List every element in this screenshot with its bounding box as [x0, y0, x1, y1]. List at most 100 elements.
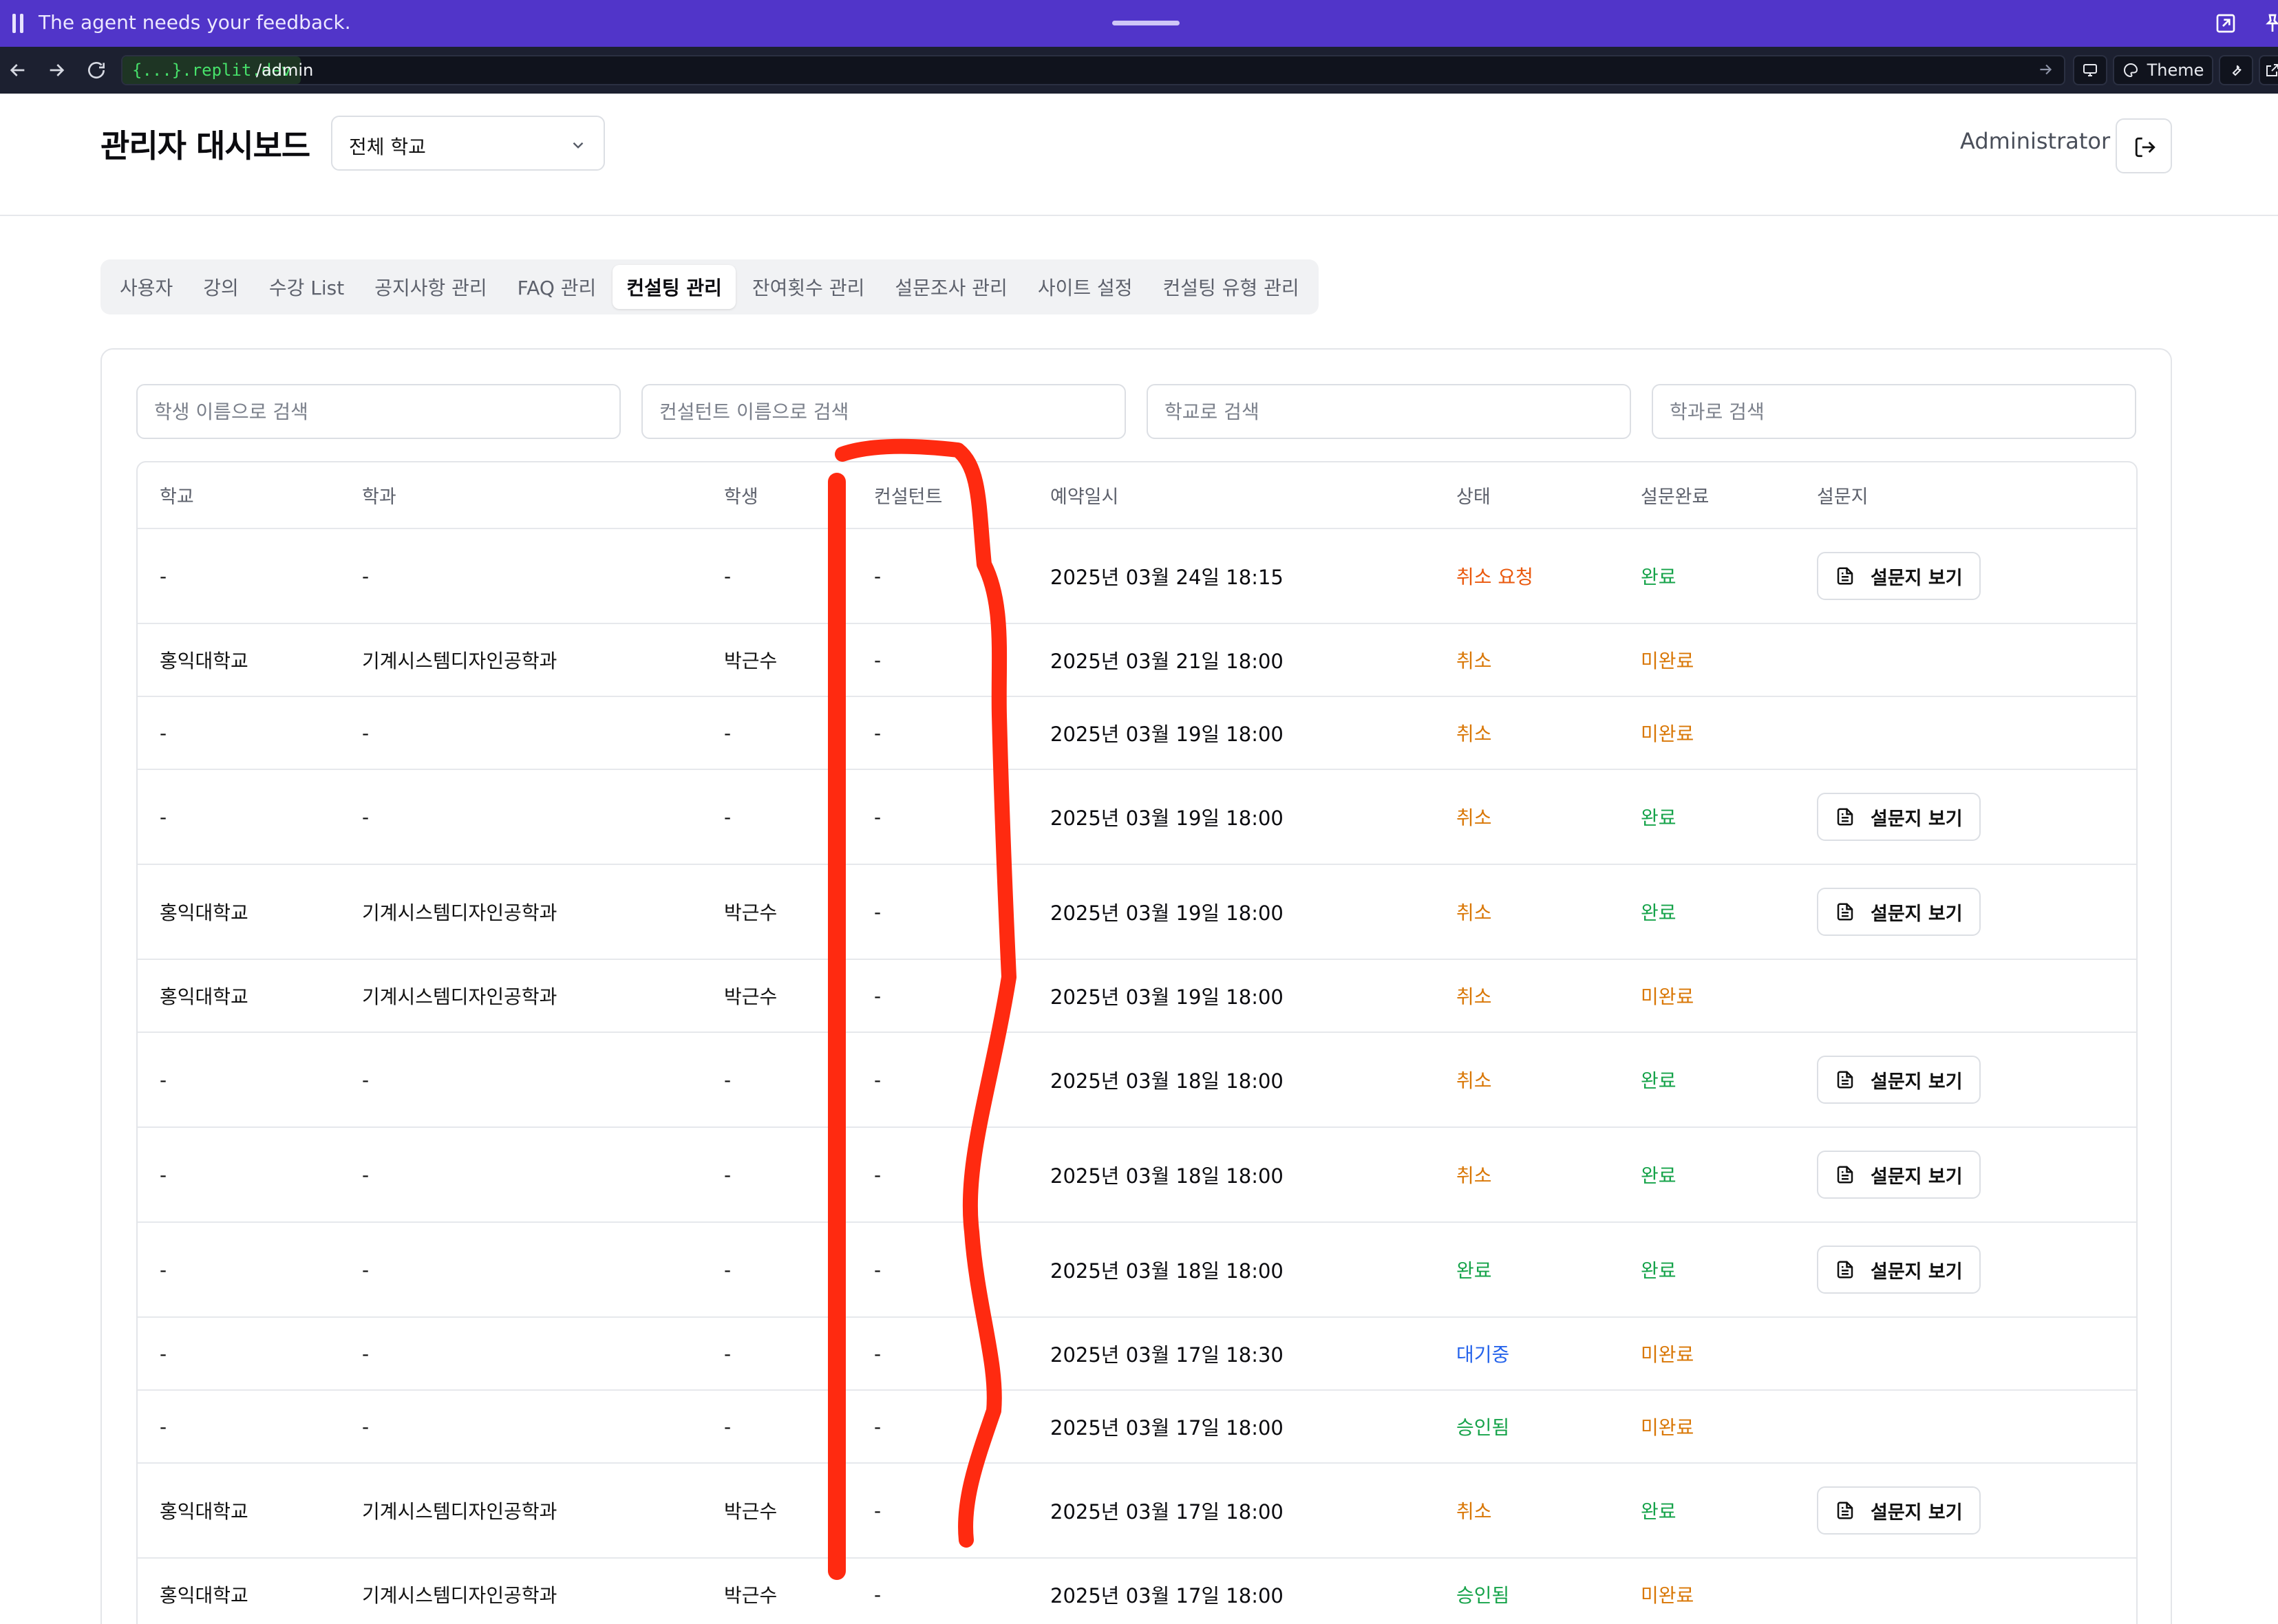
cell-student: 박근수 — [702, 1463, 852, 1559]
table-row: 홍익대학교 기계시스템디자인공학과 박근수 -2025년 03월 21일 18:00 취… — [138, 623, 2136, 697]
cell-survey-done: 완료 — [1619, 528, 1795, 624]
cell-survey-done: 완료 — [1619, 1222, 1795, 1318]
app-header: 관리자 대시보드 전체 학교 Administrator — [0, 94, 2278, 216]
url-path: /admin — [256, 61, 314, 80]
cell-status: 취소 — [1434, 1463, 1619, 1559]
column-header-school[interactable]: 학교 — [138, 462, 340, 529]
cell-student: 박근수 — [702, 623, 852, 697]
cell-datetime: 2025년 03월 19일 18:00 — [1028, 959, 1434, 1033]
drag-handle[interactable] — [1112, 21, 1180, 25]
chevron-down-icon — [573, 142, 584, 149]
cell-survey-done: 미완료 — [1619, 1390, 1795, 1464]
palette-icon — [2123, 63, 2138, 78]
view-survey-button[interactable]: 설문지 보기 — [1817, 1246, 1981, 1294]
browser-url-bar: {...}.replit.dev /admin Theme — [0, 47, 2278, 94]
logout-button[interactable] — [2116, 118, 2172, 173]
cell-survey-done: 미완료 — [1619, 696, 1795, 770]
cell-datetime: 2025년 03월 17일 18:30 — [1028, 1317, 1434, 1391]
department-search-input[interactable] — [1652, 384, 2136, 439]
popout-icon[interactable] — [2215, 12, 2237, 34]
cell-survey-done: 미완료 — [1619, 1317, 1795, 1391]
column-header-department[interactable]: 학과 — [340, 462, 702, 529]
cell-student: - — [702, 769, 852, 865]
cell-school: - — [138, 1127, 340, 1223]
back-icon[interactable] — [7, 59, 29, 81]
cell-survey-done: 완료 — [1619, 769, 1795, 865]
tab-8[interactable]: 설문조사 관리 — [881, 265, 1021, 309]
address-bar[interactable]: {...}.replit.dev /admin — [121, 55, 2065, 85]
cell-school: - — [138, 1390, 340, 1464]
tools-button[interactable] — [2219, 55, 2253, 85]
theme-button[interactable]: Theme — [2113, 55, 2213, 85]
wrench-icon — [2232, 65, 2242, 76]
reload-icon[interactable] — [85, 59, 107, 81]
table-row: 홍익대학교 기계시스템디자인공학과 박근수 -2025년 03월 19일 18:00 취… — [138, 864, 2136, 960]
cell-school: - — [138, 528, 340, 624]
view-survey-button[interactable]: 설문지 보기 — [1817, 793, 1981, 841]
tab-5[interactable]: FAQ 관리 — [504, 265, 610, 309]
external-link-icon — [2266, 64, 2278, 76]
cell-consultant: - — [852, 864, 1028, 960]
devices-button[interactable] — [2073, 55, 2107, 85]
tab-4[interactable]: 공지사항 관리 — [361, 265, 500, 309]
logout-icon — [2135, 137, 2155, 158]
tab-3[interactable]: 수강 List — [255, 265, 358, 309]
cell-school: - — [138, 1222, 340, 1318]
cell-department: - — [340, 1127, 702, 1223]
view-survey-button[interactable]: 설문지 보기 — [1817, 1486, 1981, 1535]
tab-6[interactable]: 컨설팅 관리 — [613, 265, 736, 309]
cell-status: 취소 — [1434, 959, 1619, 1033]
document-icon — [1837, 1166, 1853, 1184]
document-icon — [1837, 903, 1853, 921]
open-external-button[interactable] — [2259, 55, 2278, 85]
column-header-survey-done[interactable]: 설문완료 — [1619, 462, 1795, 529]
cell-status: 취소 요청 — [1434, 528, 1619, 624]
view-survey-button[interactable]: 설문지 보기 — [1817, 888, 1981, 936]
school-search-input[interactable] — [1147, 384, 1631, 439]
forward-icon[interactable] — [45, 59, 67, 81]
view-survey-button[interactable]: 설문지 보기 — [1817, 552, 1981, 600]
view-survey-button[interactable]: 설문지 보기 — [1817, 1056, 1981, 1104]
consultant-search-input[interactable] — [641, 384, 1126, 439]
document-icon — [1837, 808, 1853, 826]
theme-label: Theme — [2147, 61, 2204, 80]
pin-icon[interactable] — [2261, 12, 2278, 34]
devices-icon — [2083, 64, 2097, 76]
cell-datetime: 2025년 03월 18일 18:00 — [1028, 1032, 1434, 1128]
cell-school: 홍익대학교 — [138, 1558, 340, 1624]
tab-7[interactable]: 잔여횟수 관리 — [738, 265, 878, 309]
cell-department: - — [340, 1222, 702, 1318]
tab-1[interactable]: 사용자 — [106, 265, 187, 309]
view-survey-label: 설문지 보기 — [1871, 1071, 1963, 1093]
agent-message: The agent needs your feedback. — [39, 11, 351, 34]
cell-consultant: - — [852, 1127, 1028, 1223]
column-header-consultant[interactable]: 컨설턴트 — [852, 462, 1028, 529]
cell-department: - — [340, 1390, 702, 1464]
column-header-datetime[interactable]: 예약일시 — [1028, 462, 1434, 529]
go-icon[interactable] — [2036, 61, 2054, 78]
cell-datetime: 2025년 03월 18일 18:00 — [1028, 1127, 1434, 1223]
student-search-input[interactable] — [136, 384, 621, 439]
consulting-card: 학교 학과 학생 컨설턴트 예약일시 상태 설문완료 설문지 ----2025년… — [100, 348, 2172, 1624]
view-survey-button[interactable]: 설문지 보기 — [1817, 1151, 1981, 1199]
tab-9[interactable]: 사이트 설정 — [1024, 265, 1147, 309]
cell-survey — [1795, 959, 2136, 1033]
cell-department: - — [340, 696, 702, 770]
cell-datetime: 2025년 03월 21일 18:00 — [1028, 623, 1434, 697]
school-select[interactable]: 전체 학교 — [331, 116, 605, 171]
table-row: - - - -2025년 03월 24일 18:15 취소 요청 완료 설문지 보기 — [138, 528, 2136, 624]
cell-survey — [1795, 1558, 2136, 1624]
cell-status: 취소 — [1434, 1127, 1619, 1223]
view-survey-label: 설문지 보기 — [1871, 1502, 1963, 1524]
cell-datetime: 2025년 03월 24일 18:15 — [1028, 528, 1434, 624]
tab-10[interactable]: 컨설팅 유형 관리 — [1149, 265, 1313, 309]
cell-survey: 설문지 보기 — [1795, 864, 2136, 960]
cell-student: - — [702, 696, 852, 770]
column-header-status[interactable]: 상태 — [1434, 462, 1619, 529]
column-header-survey[interactable]: 설문지 — [1795, 462, 2136, 529]
document-icon — [1837, 1261, 1853, 1279]
tab-2[interactable]: 강의 — [189, 265, 253, 309]
column-header-student[interactable]: 학생 — [702, 462, 852, 529]
pause-icon[interactable] — [11, 14, 26, 33]
school-select-value: 전체 학교 — [349, 136, 426, 158]
